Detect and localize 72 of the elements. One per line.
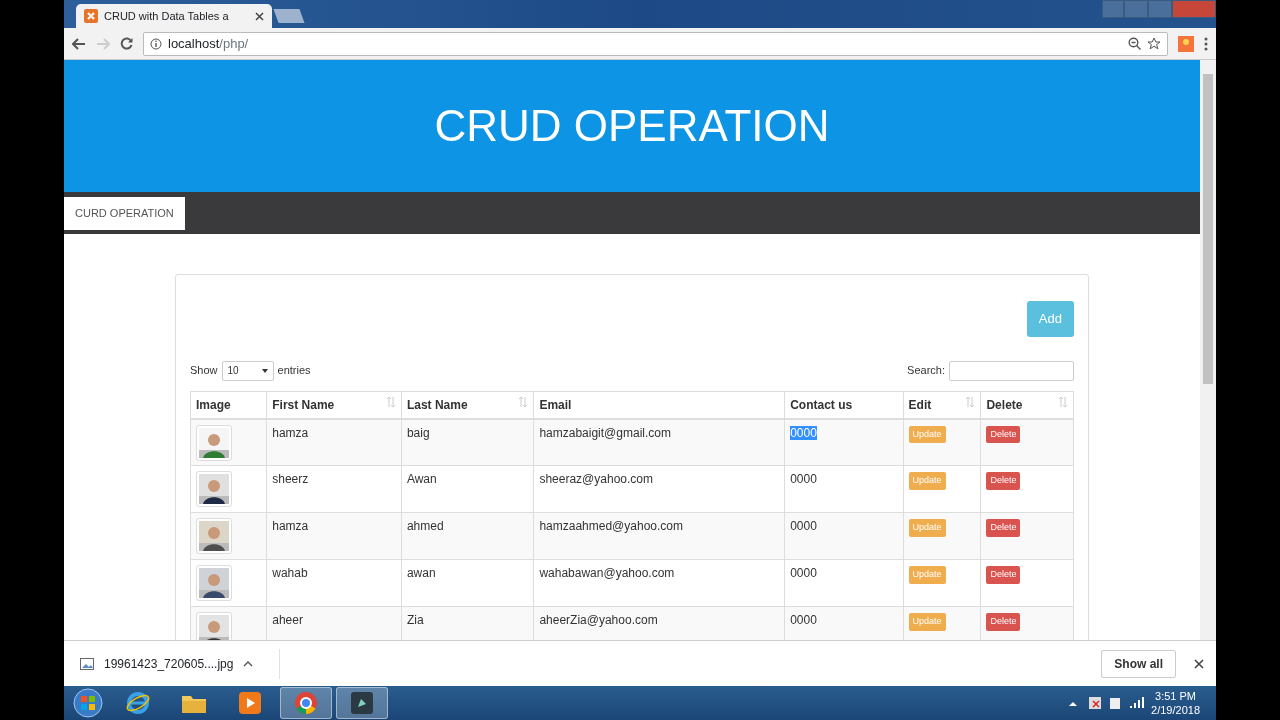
close-icon[interactable] (255, 11, 264, 21)
delete-button[interactable]: Delete (986, 425, 1021, 443)
column-header: Email (533, 391, 785, 419)
back-icon[interactable] (72, 37, 86, 50)
clock-date[interactable]: 2/19/2018 (1151, 703, 1200, 717)
delete-button[interactable]: Delete (986, 566, 1021, 584)
url-path: /php/ (219, 35, 249, 51)
tab-title: CRUD with Data Tables a (104, 8, 230, 24)
table-cell: Zia (401, 606, 534, 640)
selected-text: 0000 (790, 425, 817, 440)
taskbar-button[interactable] (336, 687, 388, 719)
table-cell: ahmed (401, 512, 534, 560)
show-all-button[interactable]: Show all (1101, 649, 1176, 678)
column-header[interactable]: Delete (980, 391, 1074, 419)
search-field[interactable] (949, 360, 1074, 381)
table-cell: hamzabaigit@gmail.com (533, 418, 785, 466)
column-header[interactable]: First Name (266, 391, 402, 419)
delete-button[interactable]: Delete (986, 472, 1021, 490)
column-header[interactable]: Last Name (401, 391, 534, 419)
media-player-icon (239, 692, 261, 714)
table-cell: aheer (266, 606, 402, 640)
table-cell: hamza (266, 512, 402, 560)
delete-button[interactable]: Delete (986, 519, 1021, 537)
sort-icon (965, 395, 976, 408)
column-header: Contact us (784, 391, 904, 419)
table-cell: 0000 (790, 519, 817, 533)
table-cell: hamza (266, 418, 402, 466)
scrollbar[interactable] (1200, 60, 1216, 640)
table-cell: aheerZia@yahoo.com (533, 606, 785, 640)
table-cell: sheerz (266, 465, 402, 513)
table-cell: awan (401, 559, 534, 607)
taskbar-button[interactable] (280, 687, 332, 719)
table-cell: baig (401, 418, 534, 466)
address-field[interactable]: localhost/php/ (143, 31, 1168, 56)
zoom-out-icon[interactable] (1128, 37, 1141, 50)
table-cell: wahab (266, 559, 402, 607)
chrome-icon (294, 691, 318, 715)
star-icon[interactable] (1147, 36, 1161, 51)
image-file-icon (80, 657, 94, 670)
table-cell: 0000 (790, 613, 817, 627)
delete-button[interactable]: Delete (986, 613, 1021, 631)
reload-icon[interactable] (120, 37, 133, 50)
banner-title: CRUD OPERATION (434, 100, 830, 152)
column-header: Image (190, 391, 267, 419)
menu-icon[interactable] (1204, 36, 1208, 51)
entries-select[interactable]: 10 (221, 360, 274, 381)
entries-label: entries (277, 363, 311, 379)
download-file-name[interactable]: 19961423_720605....jpg (104, 654, 234, 673)
table-cell: wahabawan@yahoo.com (533, 559, 785, 607)
info-icon (150, 37, 162, 50)
browser-e-icon (126, 691, 150, 715)
browser-tab[interactable]: CRUD with Data Tables a (76, 4, 272, 28)
chevron-up-icon[interactable] (243, 660, 254, 667)
nav-tab[interactable]: CURD OPERATION (64, 197, 185, 230)
sort-icon (385, 395, 396, 408)
editor-app-icon (351, 692, 373, 714)
sort-icon (518, 395, 529, 408)
clock-time[interactable]: 3:51 PM (1151, 689, 1200, 703)
table-cell: 0000 (790, 472, 817, 486)
column-header[interactable]: Edit (903, 391, 981, 419)
caret-icon (261, 368, 268, 373)
close-icon[interactable] (1194, 658, 1204, 669)
table-cell: Awan (401, 465, 534, 513)
table-cell: hamzaahmed@yahoo.com (533, 512, 785, 560)
url-host: localhost (168, 35, 220, 51)
search-label: Search: (907, 363, 945, 379)
table-cell: 0000 (790, 566, 817, 580)
page-favicon-icon (84, 9, 98, 23)
table-cell: sheeraz@yahoo.com (533, 465, 785, 513)
extension-icon[interactable] (1178, 35, 1194, 52)
show-label: Show (190, 363, 218, 379)
sort-icon (1058, 395, 1068, 408)
